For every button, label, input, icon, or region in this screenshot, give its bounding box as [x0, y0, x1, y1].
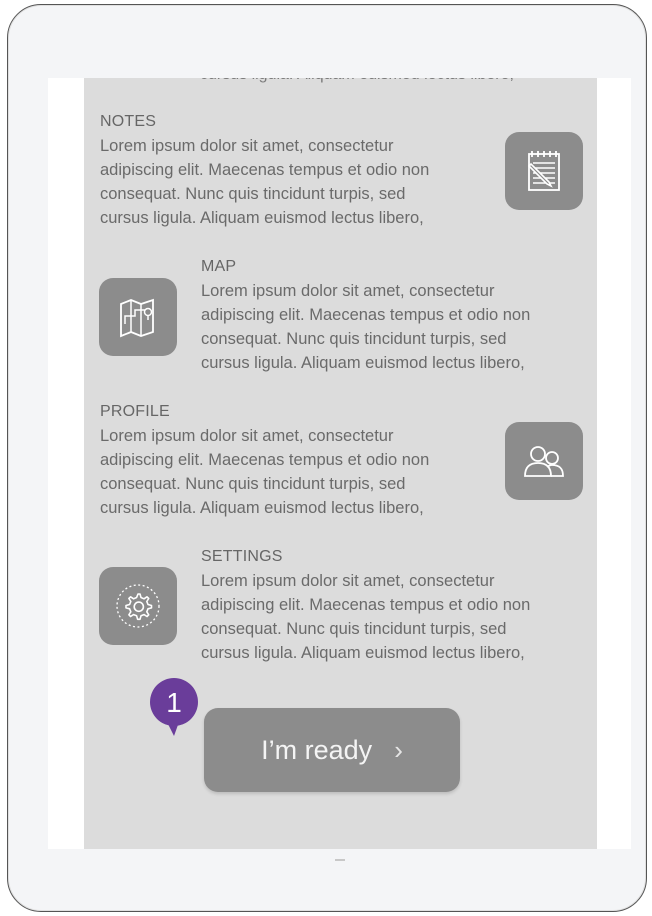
section-title: MAP [201, 258, 237, 275]
body-line: cursus ligula. Aliquam euismod lectus li… [100, 209, 424, 227]
map-icon [120, 298, 154, 338]
map-tile[interactable] [99, 278, 177, 356]
body-line: adipiscing elit. Maecenas tempus et odio… [100, 161, 430, 179]
users-icon [524, 446, 564, 477]
body-line: cursus ligula. Aliquam euismod lectus li… [100, 499, 424, 517]
body-line: consequat. Nunc quis tincidunt turpis, s… [100, 185, 406, 203]
body-line: Lorem ipsum dolor sit amet, consectetur [100, 427, 394, 445]
notepad-icon [527, 151, 560, 191]
step-badge: 1 [145, 678, 203, 740]
ready-button-label: I’m ready [261, 734, 373, 765]
section-body: Lorem ipsum dolor sit amet, consectetur … [100, 134, 490, 230]
body-line: consequat. Nunc quis tincidunt turpis, s… [201, 330, 507, 348]
settings-tile[interactable] [99, 567, 177, 645]
gear-icon [116, 584, 160, 628]
body-line: Lorem ipsum dolor sit amet, consectetur [201, 572, 495, 590]
section-body: Lorem ipsum dolor sit amet, consectetur … [201, 569, 591, 665]
chevron-right-icon: › [394, 734, 403, 765]
body-line: consequat. Nunc quis tincidunt turpis, s… [201, 620, 507, 638]
step-number: 1 [166, 687, 182, 718]
section-title: PROFILE [100, 403, 170, 420]
body-line: adipiscing elit. Maecenas tempus et odio… [100, 451, 430, 469]
profile-tile[interactable] [505, 422, 583, 500]
section-notes: NOTES Lorem ipsum dolor sit amet, consec… [100, 112, 490, 230]
section-title: NOTES [100, 113, 157, 130]
section-settings: SETTINGS Lorem ipsum dolor sit amet, con… [201, 547, 591, 665]
im-ready-button[interactable]: I’m ready › [204, 708, 460, 792]
section-body: Lorem ipsum dolor sit amet, consectetur … [201, 279, 591, 375]
body-line: cursus ligula. Aliquam euismod lectus li… [201, 354, 525, 372]
body-line: adipiscing elit. Maecenas tempus et odio… [201, 596, 531, 614]
body-line: consequat. Nunc quis tincidunt turpis, s… [100, 475, 406, 493]
body-line: adipiscing elit. Maecenas tempus et odio… [201, 306, 531, 324]
section-body: Lorem ipsum dolor sit amet, consectetur … [100, 424, 490, 520]
body-line: cursus ligula. Aliquam euismod lectus li… [201, 644, 525, 662]
cutoff-text: cursus ligula. Aliquam euismod lectus li… [200, 78, 514, 86]
section-map: MAP Lorem ipsum dolor sit amet, consecte… [201, 257, 591, 375]
section-profile: PROFILE Lorem ipsum dolor sit amet, cons… [100, 402, 490, 520]
body-line: Lorem ipsum dolor sit amet, consectetur [100, 137, 394, 155]
section-title: SETTINGS [201, 548, 283, 565]
home-indicator [335, 859, 345, 861]
notes-tile[interactable] [505, 132, 583, 210]
body-line: Lorem ipsum dolor sit amet, consectetur [201, 282, 495, 300]
